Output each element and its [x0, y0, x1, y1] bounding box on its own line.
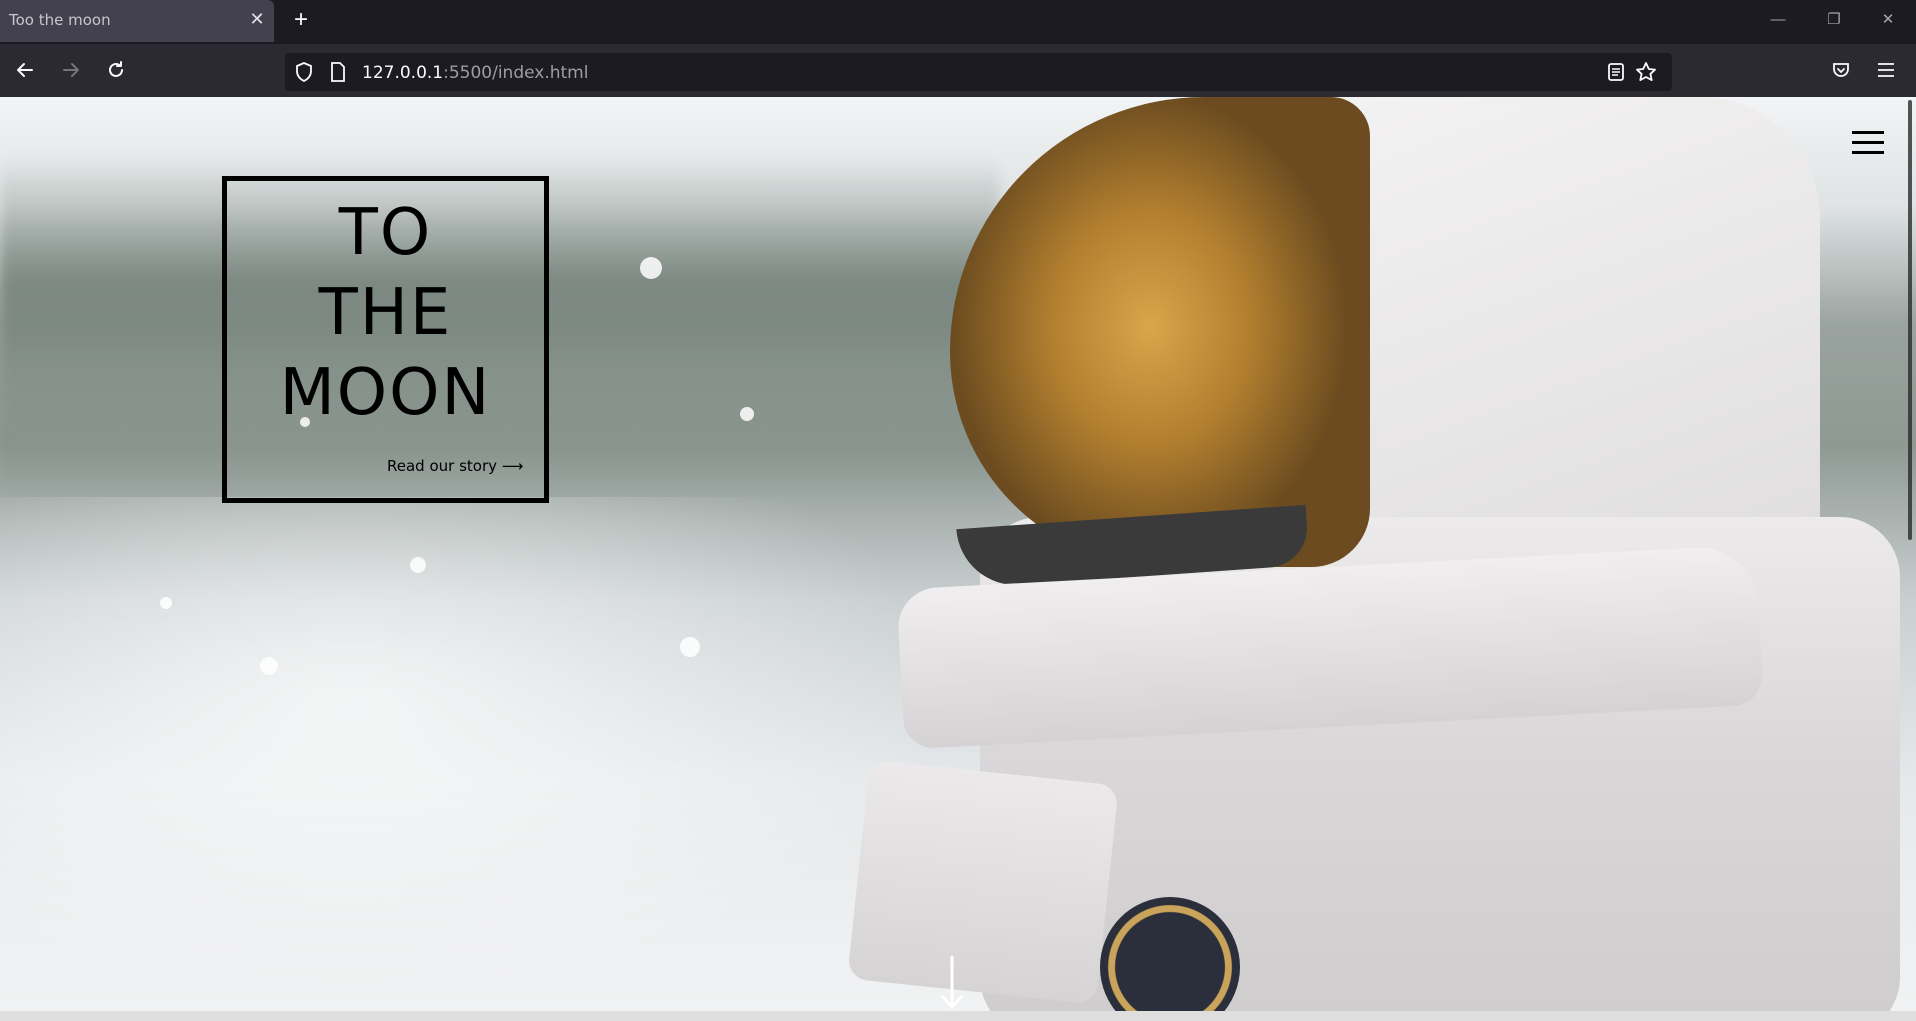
tab-close-icon[interactable]: ✕ — [246, 8, 268, 30]
tracking-shield-icon[interactable] — [291, 59, 317, 85]
tab-strip: Too the moon ✕ + — ❐ ✕ — [0, 0, 1916, 44]
bookmark-star-icon[interactable] — [1633, 59, 1659, 85]
close-window-button[interactable]: ✕ — [1870, 6, 1906, 34]
hero-title-box: TO THE MOON Read our story ⟶ — [222, 176, 549, 503]
hero-title-line: TO — [338, 196, 433, 270]
hero-title-line: THE — [318, 276, 453, 350]
background-haze — [0, 497, 1000, 1011]
snowflake — [410, 557, 426, 573]
snowflake — [260, 657, 278, 675]
minimize-button[interactable]: — — [1760, 6, 1796, 34]
back-arrow-icon[interactable] — [12, 57, 38, 83]
snowflake — [740, 407, 754, 421]
hero-title: TO THE MOON — [227, 193, 544, 433]
restore-button[interactable]: ❐ — [1816, 6, 1852, 34]
snowflake — [680, 637, 700, 657]
hamburger-icon[interactable] — [1852, 131, 1884, 155]
page-scrollbar[interactable] — [1908, 100, 1912, 540]
tab-active[interactable]: Too the moon ✕ — [0, 0, 274, 42]
read-our-story-link[interactable]: Read our story ⟶ — [387, 457, 523, 475]
address-bar[interactable]: 127.0.0.1:5500/index.html — [285, 53, 1672, 91]
forward-arrow-icon[interactable] — [58, 57, 84, 83]
url-path: :5500/index.html — [443, 63, 589, 83]
page-info-icon[interactable] — [325, 59, 351, 85]
scroll-down-arrow-icon[interactable] — [940, 955, 964, 1011]
astronaut-visor — [950, 97, 1370, 567]
snowflake — [160, 597, 172, 609]
url-host: 127.0.0.1 — [362, 63, 444, 83]
reader-view-icon[interactable] — [1603, 59, 1629, 85]
hero-title-line: MOON — [279, 356, 492, 430]
bottom-strip — [0, 1011, 1916, 1021]
pocket-icon[interactable] — [1828, 57, 1854, 83]
app-menu-icon[interactable] — [1873, 57, 1899, 83]
reload-icon[interactable] — [103, 57, 129, 83]
suit-pack — [847, 759, 1119, 1005]
snowflake — [640, 257, 662, 279]
url-text[interactable]: 127.0.0.1:5500/index.html — [362, 63, 588, 83]
new-tab-button[interactable]: + — [287, 6, 315, 34]
tab-title: Too the moon — [9, 11, 111, 29]
